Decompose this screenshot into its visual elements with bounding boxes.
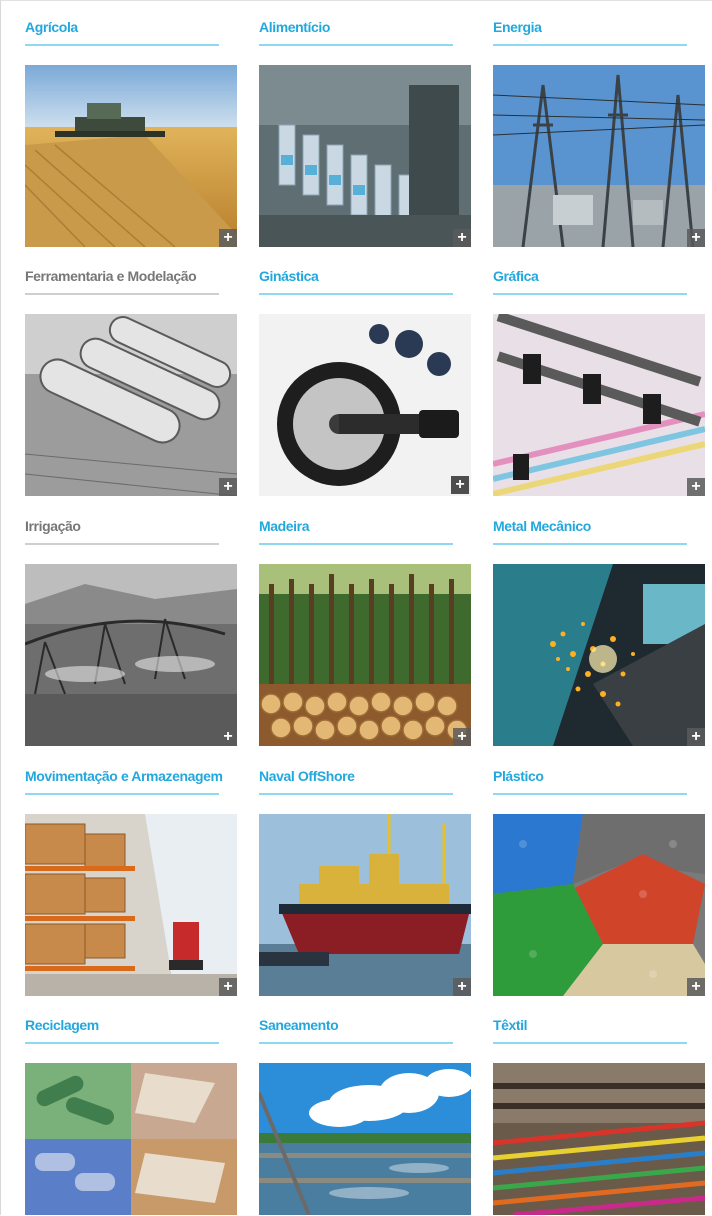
irrigation-pivot-image [25, 564, 237, 746]
textile-machine-image [493, 1063, 705, 1215]
sector-title[interactable]: Madeira [259, 508, 473, 542]
sector-image[interactable] [25, 1063, 237, 1215]
wheat-harvester-image [25, 65, 237, 247]
more-icon[interactable]: + [687, 229, 705, 247]
timber-logs-image [259, 564, 471, 746]
sector-card-irrigacao[interactable]: Irrigação + [25, 508, 239, 746]
sector-title[interactable]: Gráfica [493, 258, 707, 292]
title-underline [259, 543, 453, 545]
offshore-platform-image [259, 814, 471, 996]
sector-image[interactable]: + [259, 564, 471, 746]
sector-title[interactable]: Ginástica [259, 258, 473, 292]
title-underline [259, 793, 453, 795]
water-treatment-image [259, 1063, 471, 1215]
more-icon[interactable]: + [453, 229, 471, 247]
sectors-page: Agrícola + Alimentício + Energia + Ferra… [0, 0, 712, 1215]
sector-card-metal-mecanico[interactable]: Metal Mecânico + [493, 508, 707, 746]
sector-card-saneamento[interactable]: Saneamento [259, 1007, 473, 1215]
sector-card-movimentacao[interactable]: Movimentação e Armazenagem + [25, 758, 239, 996]
sector-image[interactable]: + [493, 814, 705, 996]
more-icon[interactable]: + [219, 478, 237, 496]
welding-sparks-image [493, 564, 705, 746]
sector-image[interactable]: + [493, 65, 705, 247]
sector-image[interactable]: + [25, 65, 237, 247]
sector-card-ferramentaria[interactable]: Ferramentaria e Modelação + [25, 258, 239, 496]
machined-rollers-image [25, 314, 237, 496]
more-icon[interactable]: + [687, 478, 705, 496]
sector-title[interactable]: Naval OffShore [259, 758, 473, 792]
sector-card-textil[interactable]: Têxtil [493, 1007, 707, 1215]
sector-title[interactable]: Movimentação e Armazenagem [25, 758, 239, 792]
plastic-pellets-image [493, 814, 705, 996]
sector-card-reciclagem[interactable]: Reciclagem [25, 1007, 239, 1215]
sector-title[interactable]: Irrigação [25, 508, 239, 542]
sector-title[interactable]: Metal Mecânico [493, 508, 707, 542]
sector-image[interactable]: + [259, 65, 471, 247]
title-underline [259, 293, 453, 295]
more-icon[interactable]: + [453, 978, 471, 996]
sector-title[interactable]: Plástico [493, 758, 707, 792]
sector-title[interactable]: Reciclagem [25, 1007, 239, 1041]
sector-image[interactable]: + [493, 564, 705, 746]
sector-image[interactable] [259, 1063, 471, 1215]
sector-title[interactable]: Ferramentaria e Modelação [25, 258, 239, 292]
title-underline [25, 793, 219, 795]
recycling-materials-image [25, 1063, 237, 1215]
sector-title[interactable]: Agrícola [25, 9, 239, 43]
sector-image[interactable]: + [259, 314, 471, 496]
more-icon[interactable]: + [687, 728, 705, 746]
title-underline [493, 293, 687, 295]
title-underline [493, 543, 687, 545]
title-underline [259, 1042, 453, 1044]
more-icon[interactable]: + [453, 728, 471, 746]
title-underline [25, 293, 219, 295]
title-underline [25, 44, 219, 46]
more-icon[interactable]: + [451, 476, 469, 494]
title-underline [493, 793, 687, 795]
sectors-grid: Agrícola + Alimentício + Energia + Ferra… [1, 1, 712, 1216]
sector-card-energia[interactable]: Energia + [493, 9, 707, 247]
title-underline [493, 44, 687, 46]
sector-card-alimenticio[interactable]: Alimentício + [259, 9, 473, 247]
warehouse-racks-image [25, 814, 237, 996]
power-substation-image [493, 65, 705, 247]
sector-image[interactable]: + [493, 314, 705, 496]
sector-card-ginastica[interactable]: Ginástica + [259, 258, 473, 496]
sector-card-naval-offshore[interactable]: Naval OffShore + [259, 758, 473, 996]
more-icon[interactable]: + [687, 978, 705, 996]
title-underline [259, 44, 453, 46]
sector-image[interactable]: + [25, 814, 237, 996]
title-underline [25, 1042, 219, 1044]
title-underline [493, 1042, 687, 1044]
sector-image[interactable] [493, 1063, 705, 1215]
sector-image[interactable]: + [259, 814, 471, 996]
sector-title[interactable]: Têxtil [493, 1007, 707, 1041]
sector-image[interactable]: + [25, 314, 237, 496]
weight-plates-image [259, 314, 471, 496]
sector-title[interactable]: Alimentício [259, 9, 473, 43]
sector-title[interactable]: Saneamento [259, 1007, 473, 1041]
sector-card-madeira[interactable]: Madeira + [259, 508, 473, 746]
sector-card-grafica[interactable]: Gráfica + [493, 258, 707, 496]
printing-press-image [493, 314, 705, 496]
title-underline [25, 543, 219, 545]
sector-card-agricola[interactable]: Agrícola + [25, 9, 239, 247]
more-icon[interactable]: + [219, 229, 237, 247]
more-icon[interactable]: + [219, 728, 237, 746]
more-icon[interactable]: + [219, 978, 237, 996]
sector-card-plastico[interactable]: Plástico + [493, 758, 707, 996]
sector-title[interactable]: Energia [493, 9, 707, 43]
sector-image[interactable]: + [25, 564, 237, 746]
bottling-line-image [259, 65, 471, 247]
